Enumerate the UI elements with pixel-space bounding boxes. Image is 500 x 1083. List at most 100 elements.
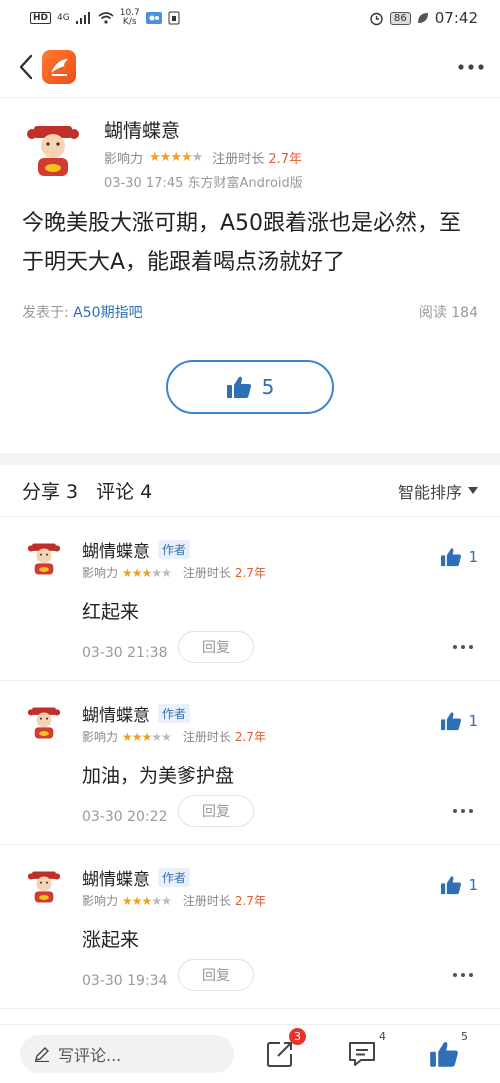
comment-author: 蝴情蝶意 作者 <box>82 701 191 726</box>
comment-count: 4 <box>379 1030 386 1043</box>
top-nav <box>0 36 500 98</box>
comment-item: 蝴情蝶意 作者 影响力 ★ ★ ★ ★ ★ 注册时长 2.7年 1 加油，为美爹护盘 0… <box>0 681 500 845</box>
reg-duration-value: 2.7年 <box>234 894 266 908</box>
like-post-button[interactable]: 5 <box>166 360 334 414</box>
star-empty-icon: ★ <box>161 729 172 744</box>
comment-more-button[interactable] <box>448 635 478 659</box>
leaf-icon <box>417 13 428 23</box>
star-filled-icon: ★ <box>149 150 161 165</box>
fortune-god-avatar-icon <box>27 871 61 903</box>
posted-in-label: 发表于: <box>22 305 69 321</box>
like-count: 5 <box>461 1030 468 1043</box>
comment-time: 03-30 19:34 <box>82 973 168 989</box>
star-empty-icon: ★ <box>151 893 162 908</box>
status-bar: HD 4G 10.7 K/s 86 07:42 <box>0 0 500 36</box>
app-logo-icon <box>51 58 68 76</box>
star-filled-icon: ★ <box>170 150 182 165</box>
comment-like-count: 1 <box>468 548 478 566</box>
like-button[interactable]: 5 <box>424 1030 468 1074</box>
forum-link[interactable]: A50期指吧 <box>73 305 142 321</box>
comment-input-placeholder: 写评论... <box>58 1046 122 1065</box>
like-count: 5 <box>261 375 275 399</box>
reply-button[interactable]: 回复 <box>178 631 254 663</box>
share-button[interactable]: 3 <box>260 1028 306 1074</box>
star-filled-icon: ★ <box>159 150 172 165</box>
read-count: 阅读 184 <box>418 305 478 321</box>
comment-time: 03-30 21:38 <box>82 645 168 661</box>
reg-duration-label: 注册时长 <box>182 566 231 580</box>
comment-author-name[interactable]: 蝴情蝶意 <box>82 701 150 726</box>
comment-like-button[interactable]: 1 <box>440 711 478 731</box>
avatar[interactable] <box>26 541 62 577</box>
influence-label: 影响力 <box>82 566 119 580</box>
reply-button[interactable]: 回复 <box>178 959 254 991</box>
author-meta: 影响力 ★ ★ ★ ★ ★ 注册时长 2.7年 <box>104 148 302 167</box>
star-filled-icon: ★ <box>131 893 143 908</box>
post-body: 今晚美股大涨可期，A50跟着涨也是必然，至于明天大A，能跟着喝点汤就好了 <box>22 211 462 275</box>
comment-like-count: 1 <box>468 876 478 894</box>
more-dots-icon <box>458 63 484 70</box>
comment-author-name[interactable]: 蝴情蝶意 <box>82 865 150 890</box>
star-empty-icon: ★ <box>161 565 172 580</box>
avatar[interactable] <box>26 869 62 905</box>
back-arrow-icon <box>19 54 33 79</box>
clock: 07:42 <box>434 9 478 27</box>
alarm-icon <box>370 12 383 25</box>
comment-item: 蝴情蝶意 作者 影响力 ★ ★ ★ ★ ★ 注册时长 2.7年 1 红起来 03-30 … <box>0 517 500 681</box>
comment-more-button[interactable] <box>448 963 478 987</box>
influence-stars: ★ ★ ★ ★ ★ <box>149 150 204 165</box>
avatar[interactable] <box>24 122 82 180</box>
tab-share[interactable]: 分享 3 <box>22 477 78 504</box>
post-author-name[interactable]: 蝴情蝶意 <box>104 116 180 143</box>
comments-button[interactable]: 4 <box>342 1030 386 1074</box>
comment-like-button[interactable]: 1 <box>440 547 478 567</box>
comment-input[interactable]: 写评论... <box>20 1035 234 1073</box>
signal-icon <box>75 12 90 24</box>
reply-button[interactable]: 回复 <box>178 795 254 827</box>
battery-level: 86 <box>390 11 411 25</box>
reg-duration-value: 2.7年 <box>234 730 266 744</box>
post-time-source: 03-30 17:45 东方财富Android版 <box>104 176 303 191</box>
comment-item: 蝴情蝶意 作者 影响力 ★ ★ ★ ★ ★ 注册时长 2.7年 1 涨起来 03-30 … <box>0 845 500 1009</box>
more-menu-button[interactable] <box>456 52 486 82</box>
comment-author: 蝴情蝶意 作者 <box>82 537 191 562</box>
comment-more-button[interactable] <box>448 799 478 823</box>
comment-time: 03-30 20:22 <box>82 809 168 825</box>
star-filled-icon: ★ <box>131 565 143 580</box>
star-filled-icon: ★ <box>141 729 153 744</box>
comment-icon <box>349 1042 375 1066</box>
comment-author-name[interactable]: 蝴情蝶意 <box>82 537 150 562</box>
influence-stars: ★ ★ ★ ★ ★ <box>122 893 172 908</box>
more-dots-icon <box>453 645 473 649</box>
sort-label: 智能排序 <box>397 482 462 502</box>
author-badge: 作者 <box>158 704 191 723</box>
comment-author-meta: 影响力 ★ ★ ★ ★ ★ 注册时长 2.7年 <box>82 564 266 581</box>
share-icon <box>267 1042 292 1067</box>
share-badge: 3 <box>289 1028 306 1045</box>
sort-dropdown[interactable]: 智能排序 <box>398 479 478 503</box>
avatar[interactable] <box>26 705 62 741</box>
star-filled-icon: ★ <box>122 565 133 580</box>
star-empty-icon: ★ <box>151 729 162 744</box>
comment-like-button[interactable]: 1 <box>440 875 478 895</box>
star-empty-icon: ★ <box>191 150 204 165</box>
star-filled-icon: ★ <box>180 150 193 165</box>
influence-label: 影响力 <box>104 152 144 167</box>
pencil-icon <box>35 1047 49 1062</box>
influence-label: 影响力 <box>82 894 119 908</box>
network-type: 4G <box>57 13 70 23</box>
reg-duration-label: 注册时长 <box>212 152 265 167</box>
bottom-bar: 写评论... 3 4 5 <box>0 1024 500 1083</box>
comment-text: 涨起来 <box>82 929 140 951</box>
back-button[interactable] <box>14 47 38 87</box>
thumbs-up-icon <box>441 548 462 567</box>
thumbs-up-icon <box>441 712 462 731</box>
wifi-icon <box>98 12 114 24</box>
reg-duration-label: 注册时长 <box>182 894 231 908</box>
tab-comments[interactable]: 评论 4 <box>96 477 152 504</box>
app-logo[interactable] <box>42 49 76 84</box>
star-filled-icon: ★ <box>122 729 133 744</box>
posted-in: 发表于: A50期指吧 <box>22 302 143 322</box>
influence-stars: ★ ★ ★ ★ ★ <box>122 729 172 744</box>
post: 蝴情蝶意 影响力 ★ ★ ★ ★ ★ 注册时长 2.7年 03-30 17:45 东方财… <box>0 98 500 453</box>
